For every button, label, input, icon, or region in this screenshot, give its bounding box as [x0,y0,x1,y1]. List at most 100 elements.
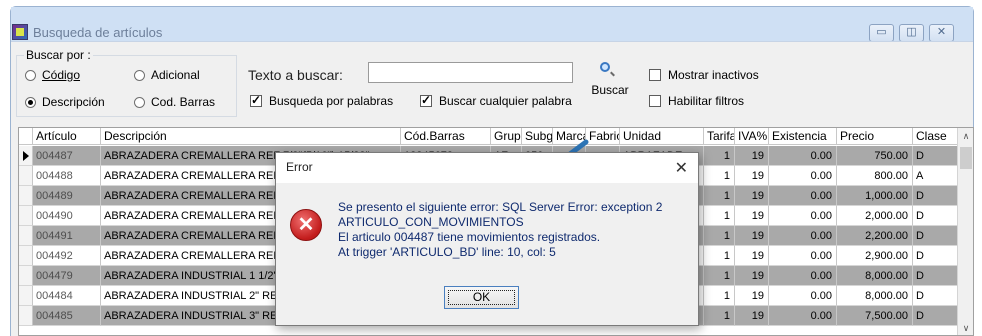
cell-existencia[interactable]: 0.00 [769,186,837,206]
cell-tarifa[interactable]: 1 [704,286,735,306]
check-any-word-box[interactable] [420,93,432,107]
dialog-close-icon[interactable]: ✕ [675,158,688,178]
search-input[interactable] [368,62,573,83]
cell-precio[interactable]: 8,000.00 [837,266,913,286]
cell-articulo[interactable]: 004479 [33,266,101,286]
row-indicator[interactable] [19,206,33,226]
column-header[interactable]: IVA% [735,128,769,145]
cell-clase[interactable]: D [913,286,959,306]
current-row-indicator-icon[interactable] [19,146,33,166]
radio-descripcion-dot[interactable] [25,96,36,108]
cell-clase[interactable]: D [913,266,959,286]
column-header[interactable]: Tarifa [704,128,735,145]
cell-clase[interactable]: A [913,166,959,186]
close-window-button[interactable]: ✕ [929,24,954,42]
cell-iva[interactable]: 19 [735,146,769,166]
cell-clase[interactable]: D [913,246,959,266]
check-show-inactive[interactable]: Mostrar inactivos [649,68,759,82]
cell-iva[interactable]: 19 [735,306,769,326]
cell-existencia[interactable]: 0.00 [769,166,837,186]
check-by-words[interactable]: Busqueda por palabras [250,93,393,108]
column-header[interactable]: Unidad [620,128,704,145]
cell-existencia[interactable]: 0.00 [769,146,837,166]
column-header[interactable]: Artículo [33,128,101,145]
cell-precio[interactable]: 2,200.00 [837,226,913,246]
cell-iva[interactable]: 19 [735,206,769,226]
cell-clase[interactable]: D [913,206,959,226]
cell-precio[interactable]: 800.00 [837,166,913,186]
check-by-words-box[interactable] [250,93,262,107]
cell-existencia[interactable]: 0.00 [769,306,837,326]
cell-precio[interactable]: 8,000.00 [837,286,913,306]
cell-precio[interactable]: 750.00 [837,146,913,166]
cell-iva[interactable]: 19 [735,226,769,246]
cell-clase[interactable]: D [913,146,959,166]
scroll-up-icon[interactable]: ∧ [958,128,973,145]
radio-adicional-dot[interactable] [134,69,145,81]
cell-articulo[interactable]: 004489 [33,186,101,206]
column-header[interactable]: Descripción [101,128,401,145]
cell-precio[interactable]: 7,500.00 [837,306,913,326]
row-indicator[interactable] [19,306,33,326]
maximize-button[interactable]: ◫ [899,24,924,42]
cell-articulo[interactable]: 004490 [33,206,101,226]
cell-tarifa[interactable]: 1 [704,246,735,266]
cell-precio[interactable]: 2,000.00 [837,206,913,226]
radio-cod-barras-dot[interactable] [134,96,145,108]
row-indicator[interactable] [19,286,33,306]
cell-precio[interactable]: 2,900.00 [837,246,913,266]
check-any-word[interactable]: Buscar cualquier palabra [420,93,572,108]
dialog-title-bar[interactable] [276,153,698,183]
cell-articulo[interactable]: 004484 [33,286,101,306]
cell-articulo[interactable]: 004487 [33,146,101,166]
cell-clase[interactable]: D [913,186,959,206]
cell-clase[interactable]: D [913,306,959,326]
cell-precio[interactable]: 1,000.00 [837,186,913,206]
row-indicator[interactable] [19,186,33,206]
cell-iva[interactable]: 19 [735,166,769,186]
radio-cod-barras[interactable]: Cod. Barras [134,95,215,109]
check-show-inactive-box[interactable] [649,69,661,81]
cell-iva[interactable]: 19 [735,286,769,306]
cell-existencia[interactable]: 0.00 [769,246,837,266]
column-header[interactable]: Cód.Barras [401,128,491,145]
cell-existencia[interactable]: 0.00 [769,226,837,246]
minimize-button[interactable]: ▭ [869,24,894,42]
cell-tarifa[interactable]: 1 [704,266,735,286]
column-header[interactable]: Precio [837,128,913,145]
row-indicator[interactable] [19,166,33,186]
check-enable-filters-box[interactable] [649,95,661,107]
cell-iva[interactable]: 19 [735,266,769,286]
cell-articulo[interactable]: 004485 [33,306,101,326]
cell-iva[interactable]: 19 [735,246,769,266]
cell-iva[interactable]: 19 [735,186,769,206]
radio-codigo[interactable]: Código [25,68,80,82]
search-button[interactable]: Buscar [586,58,634,102]
cell-tarifa[interactable]: 1 [704,206,735,226]
row-indicator[interactable] [19,226,33,246]
cell-articulo[interactable]: 004492 [33,246,101,266]
row-indicator[interactable] [19,246,33,266]
cell-articulo[interactable]: 004491 [33,226,101,246]
scroll-down-icon[interactable]: ∨ [958,320,973,335]
scroll-thumb[interactable] [960,147,972,169]
column-header[interactable]: Clase [913,128,959,145]
grid-vertical-scrollbar[interactable]: ∧ ∨ [957,128,973,335]
cell-tarifa[interactable]: 1 [704,306,735,326]
cell-clase[interactable]: D [913,226,959,246]
radio-adicional[interactable]: Adicional [134,68,200,82]
cell-tarifa[interactable]: 1 [704,186,735,206]
cell-existencia[interactable]: 0.00 [769,266,837,286]
column-header[interactable]: Grup [491,128,522,145]
radio-descripcion[interactable]: Descripción [25,95,105,109]
radio-codigo-dot[interactable] [25,69,36,81]
cell-tarifa[interactable]: 1 [704,146,735,166]
cell-existencia[interactable]: 0.00 [769,286,837,306]
ok-button[interactable]: OK [444,286,519,309]
cell-existencia[interactable]: 0.00 [769,206,837,226]
row-indicator[interactable] [19,266,33,286]
cell-tarifa[interactable]: 1 [704,166,735,186]
cell-tarifa[interactable]: 1 [704,226,735,246]
cell-articulo[interactable]: 004488 [33,166,101,186]
column-header[interactable]: Existencia [769,128,837,145]
